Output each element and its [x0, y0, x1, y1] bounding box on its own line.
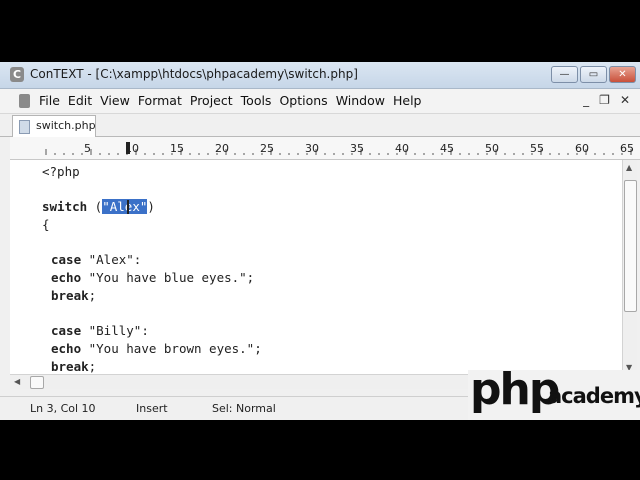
menu-help[interactable]: Help — [393, 93, 422, 108]
code-line-4: { — [42, 217, 50, 232]
ruler-label: 35 — [350, 142, 364, 155]
keyword: switch — [42, 199, 88, 214]
code-line-1: <?php — [42, 164, 80, 179]
menu-options[interactable]: Options — [279, 93, 327, 108]
status-selection: Sel: Normal — [212, 402, 276, 415]
ruler-label: 65 — [620, 142, 634, 155]
keyword: case — [51, 252, 82, 267]
logo-academy-text: academy — [548, 384, 640, 408]
ruler-label: 50 — [485, 142, 499, 155]
window-title: ConTEXT - [C:\xampp\htdocs\phpacademy\sw… — [30, 67, 358, 81]
ruler-label: 30 — [305, 142, 319, 155]
text-cursor — [127, 200, 129, 214]
phpacademy-logo: php academy — [468, 364, 640, 420]
scroll-left-icon[interactable]: ◀ — [14, 377, 20, 386]
code-line-8: break; — [51, 288, 96, 303]
ruler: 5 10 15 20 25 30 35 40 45 50 55 60 65 — [10, 137, 640, 160]
menu-project[interactable]: Project — [190, 93, 233, 108]
menu-file[interactable]: File — [39, 93, 60, 108]
minimize-button[interactable]: — — [551, 66, 578, 83]
ruler-label: 5 — [84, 142, 91, 155]
tab-switch-php[interactable]: switch.php — [12, 115, 96, 137]
maximize-button[interactable]: ▭ — [580, 66, 607, 83]
tab-label: switch.php — [36, 119, 96, 132]
code-line-10: case "Billy": — [51, 323, 149, 338]
code-line-11: echo "You have brown eyes."; — [51, 341, 262, 356]
code-text: "Alex": — [81, 252, 142, 267]
scroll-up-icon[interactable]: ▲ — [626, 163, 632, 172]
code-text: "You have brown eyes."; — [81, 341, 262, 356]
code-text: ) — [147, 199, 155, 214]
title-bar[interactable]: C ConTEXT - [C:\xampp\htdocs\phpacademy\… — [0, 62, 640, 89]
ruler-label: 25 — [260, 142, 274, 155]
horizontal-scroll-thumb[interactable] — [30, 376, 44, 389]
menu-tools[interactable]: Tools — [241, 93, 272, 108]
code-text: ; — [88, 359, 97, 374]
status-position: Ln 3, Col 10 — [30, 402, 96, 415]
ruler-label: 15 — [170, 142, 184, 155]
ruler-cursor-marker — [126, 142, 130, 154]
keyword: echo — [51, 341, 82, 356]
vertical-scroll-thumb[interactable] — [624, 180, 637, 312]
status-mode: Insert — [136, 402, 168, 415]
code-line-6: case "Alex": — [51, 252, 141, 267]
code-line-3: switch ("Alex") — [42, 199, 155, 214]
menu-window[interactable]: Window — [336, 93, 385, 108]
menu-format[interactable]: Format — [138, 93, 182, 108]
ruler-label: 60 — [575, 142, 589, 155]
menu-view[interactable]: View — [100, 93, 130, 108]
keyword: break — [51, 288, 89, 303]
code-editor[interactable]: <?php switch ("Alex") { case "Alex": ech… — [10, 160, 622, 374]
context-app-icon: C — [10, 67, 24, 82]
code-line-12: break; — [51, 359, 96, 374]
keyword: echo — [51, 270, 82, 285]
close-button[interactable]: ✕ — [609, 66, 636, 83]
code-text: "Billy": — [81, 323, 149, 338]
selected-text: "Alex" — [102, 199, 148, 214]
ruler-label: 45 — [440, 142, 454, 155]
vertical-scrollbar[interactable]: ▲ ▼ — [622, 160, 637, 374]
menu-bar: File Edit View Format Project Tools Opti… — [0, 89, 640, 114]
document-icon[interactable] — [19, 94, 30, 108]
ruler-label: 55 — [530, 142, 544, 155]
ruler-label: 40 — [395, 142, 409, 155]
code-line-7: echo "You have blue eyes."; — [51, 270, 254, 285]
doc-close-button[interactable]: ✕ — [620, 93, 630, 107]
doc-minimize-button[interactable]: _ — [583, 93, 589, 107]
ruler-label: 20 — [215, 142, 229, 155]
keyword: case — [51, 323, 82, 338]
tab-strip: switch.php — [0, 114, 640, 137]
logo-php-text: php — [470, 364, 560, 415]
doc-restore-button[interactable]: ❐ — [599, 93, 610, 107]
code-text: "You have blue eyes."; — [81, 270, 255, 285]
ruler-scale: 5 10 15 20 25 30 35 40 45 50 55 60 65 — [45, 142, 634, 155]
menu-edit[interactable]: Edit — [68, 93, 92, 108]
code-text: ( — [87, 199, 103, 214]
code-text: ; — [88, 288, 97, 303]
keyword: break — [51, 359, 89, 374]
php-file-icon — [19, 120, 30, 134]
